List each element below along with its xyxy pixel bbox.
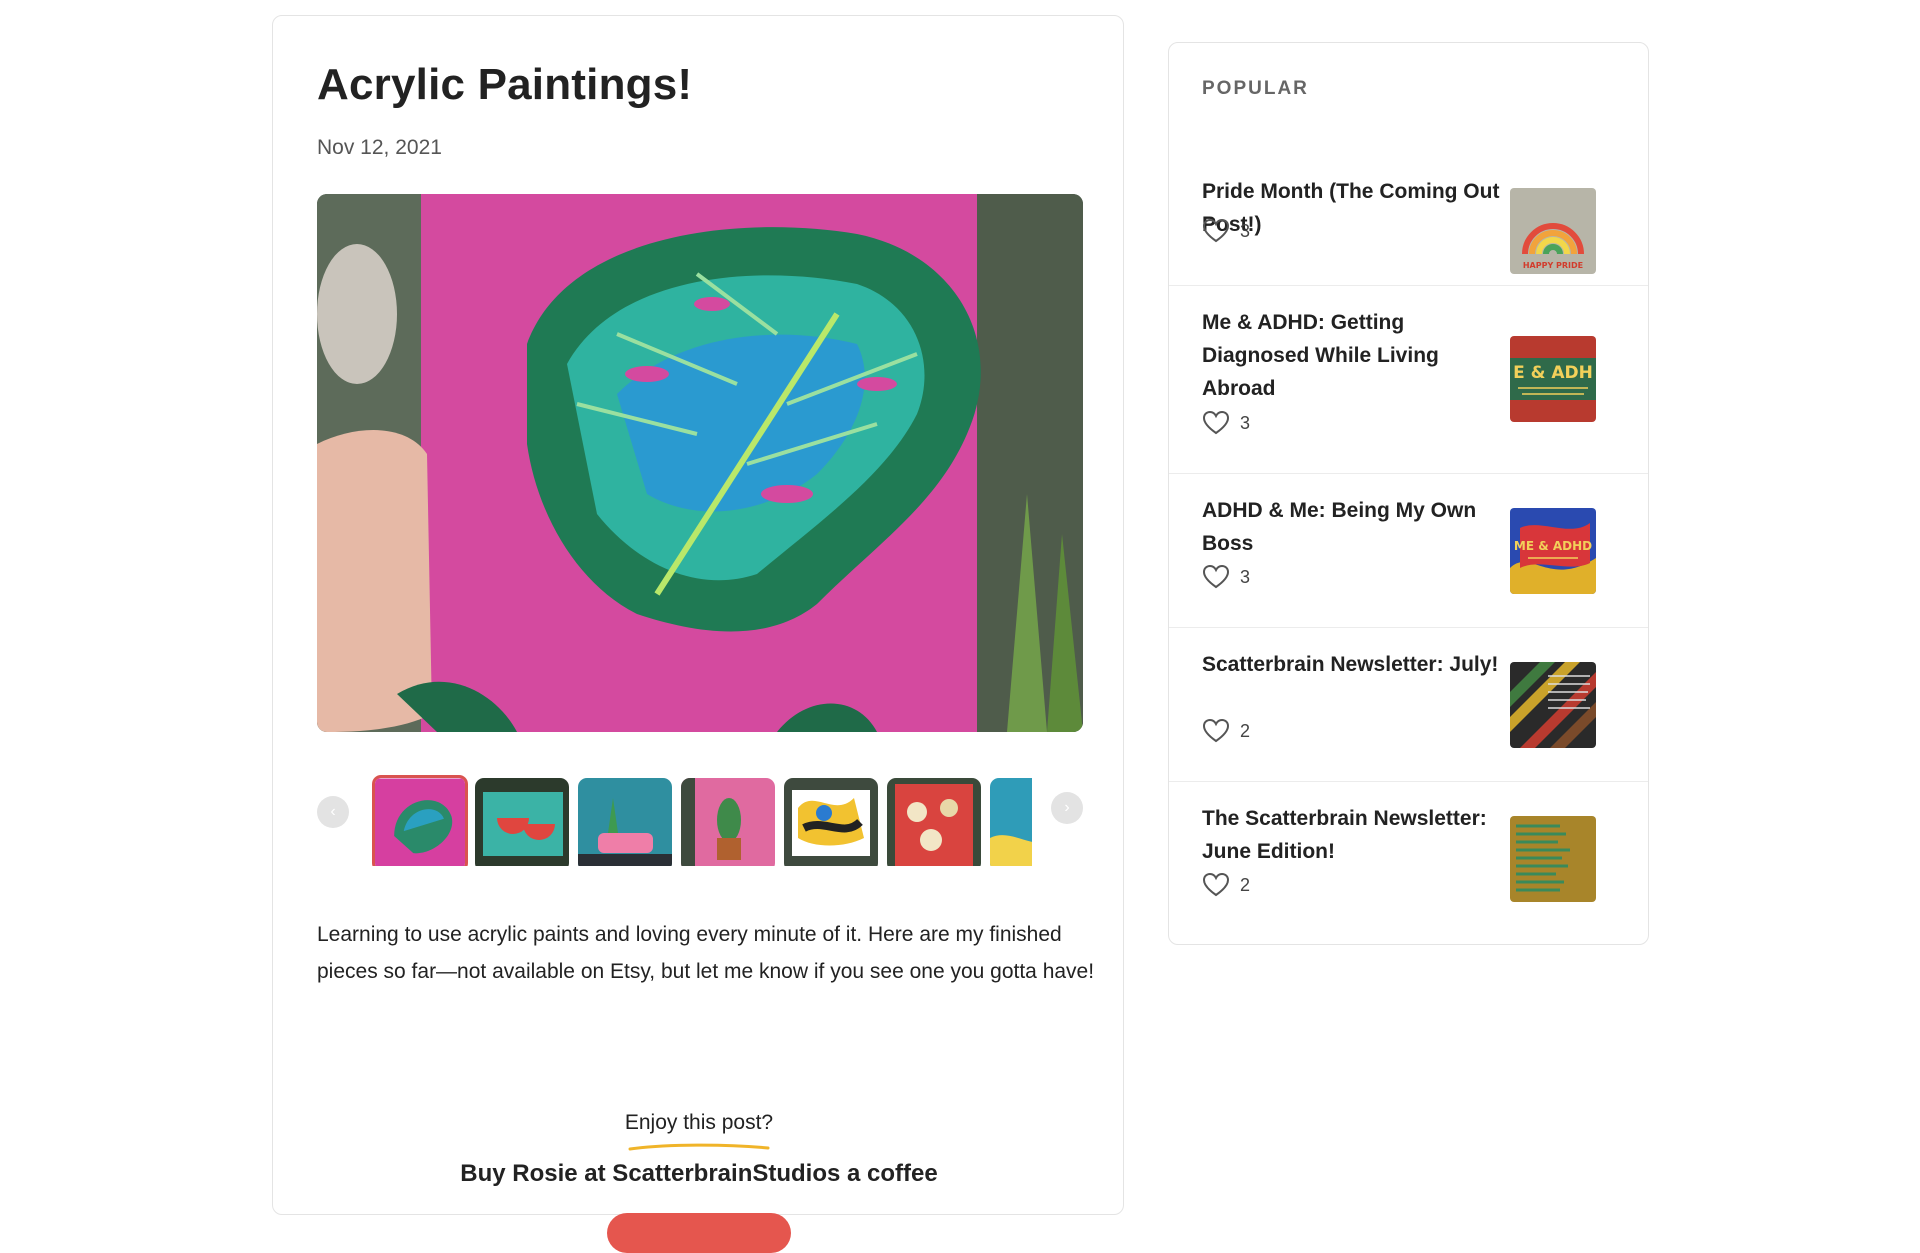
popular-item[interactable]: ADHD & Me: Being My Own Boss 3 ME & ADHD bbox=[1169, 474, 1648, 628]
gallery-prev-button[interactable]: ‹ bbox=[317, 796, 349, 828]
gallery-thumbnail-1[interactable] bbox=[372, 775, 468, 866]
post-title: Acrylic Paintings! bbox=[317, 60, 693, 109]
popular-item[interactable]: Scatterbrain Newsletter: July! 2 bbox=[1169, 628, 1648, 782]
gallery-thumbnail-strip: ‹ › bbox=[317, 766, 1083, 866]
heart-icon[interactable] bbox=[1202, 218, 1230, 244]
gallery-thumbnail-5[interactable] bbox=[784, 778, 878, 866]
like-counter[interactable]: 2 bbox=[1202, 872, 1250, 898]
buy-coffee-button[interactable] bbox=[607, 1213, 791, 1253]
heart-icon[interactable] bbox=[1202, 410, 1230, 436]
popular-item[interactable]: Pride Month (The Coming Out Post!) 3 HAP… bbox=[1169, 133, 1648, 286]
like-counter[interactable]: 3 bbox=[1202, 410, 1250, 436]
popular-item-thumbnail[interactable]: HAPPY PRIDE bbox=[1510, 188, 1596, 274]
like-counter[interactable]: 3 bbox=[1202, 218, 1250, 244]
popular-item[interactable]: Me & ADHD: Getting Diagnosed While Livin… bbox=[1169, 286, 1648, 474]
popular-item-title[interactable]: Scatterbrain Newsletter: July! bbox=[1202, 648, 1502, 681]
heart-icon[interactable] bbox=[1202, 872, 1230, 898]
heart-icon[interactable] bbox=[1202, 564, 1230, 590]
like-counter[interactable]: 2 bbox=[1202, 718, 1250, 744]
like-count: 2 bbox=[1240, 874, 1251, 895]
like-count: 3 bbox=[1240, 566, 1251, 587]
post-date: Nov 12, 2021 bbox=[317, 136, 442, 159]
gallery-next-button[interactable]: › bbox=[1051, 792, 1083, 824]
popular-sidebar: POPULAR Pride Month (The Coming Out Post… bbox=[1168, 42, 1649, 945]
like-counter[interactable]: 3 bbox=[1202, 564, 1250, 590]
popular-item-thumbnail[interactable] bbox=[1510, 662, 1596, 748]
gallery-thumbnail-2[interactable] bbox=[475, 778, 569, 866]
heart-icon[interactable] bbox=[1202, 718, 1230, 744]
post-body: Learning to use acrylic paints and lovin… bbox=[317, 923, 1095, 983]
gallery-thumbnail-3[interactable] bbox=[578, 778, 672, 866]
like-count: 3 bbox=[1240, 220, 1251, 241]
thumb-label: ME & ADHD bbox=[1514, 539, 1592, 553]
like-count: 2 bbox=[1240, 720, 1251, 741]
popular-item-title[interactable]: ADHD & Me: Being My Own Boss bbox=[1202, 494, 1502, 560]
like-count: 3 bbox=[1240, 412, 1251, 433]
chevron-left-icon: ‹ bbox=[330, 803, 336, 820]
thumb-label: E & ADH bbox=[1513, 363, 1593, 383]
popular-item-thumbnail[interactable] bbox=[1510, 816, 1596, 902]
thumb-label: HAPPY PRIDE bbox=[1523, 261, 1583, 270]
gallery-thumbnail-7[interactable] bbox=[990, 778, 1032, 866]
popular-item-thumbnail[interactable]: ME & ADHD bbox=[1510, 508, 1596, 594]
chevron-right-icon: › bbox=[1064, 799, 1070, 816]
thumbnail-window bbox=[372, 766, 1032, 866]
popular-heading: POPULAR bbox=[1202, 78, 1309, 99]
gallery-thumbnail-4[interactable] bbox=[681, 778, 775, 866]
coffee-cta: Buy Rosie at ScatterbrainStudios a coffe… bbox=[460, 1160, 938, 1187]
post-card: Acrylic Paintings! Nov 12, 2021 ‹ › Lear… bbox=[272, 15, 1124, 1253]
popular-item-title[interactable]: Me & ADHD: Getting Diagnosed While Livin… bbox=[1202, 306, 1502, 405]
gallery-thumbnail-6[interactable] bbox=[887, 778, 981, 866]
enjoy-prompt: Enjoy this post? bbox=[624, 1111, 774, 1134]
popular-item[interactable]: The Scatterbrain Newsletter: June Editio… bbox=[1169, 782, 1648, 942]
popular-item-title[interactable]: The Scatterbrain Newsletter: June Editio… bbox=[1202, 802, 1502, 868]
underline-decoration bbox=[628, 1143, 770, 1151]
gallery-main-image[interactable] bbox=[317, 194, 1083, 732]
popular-item-thumbnail[interactable]: E & ADH bbox=[1510, 336, 1596, 422]
